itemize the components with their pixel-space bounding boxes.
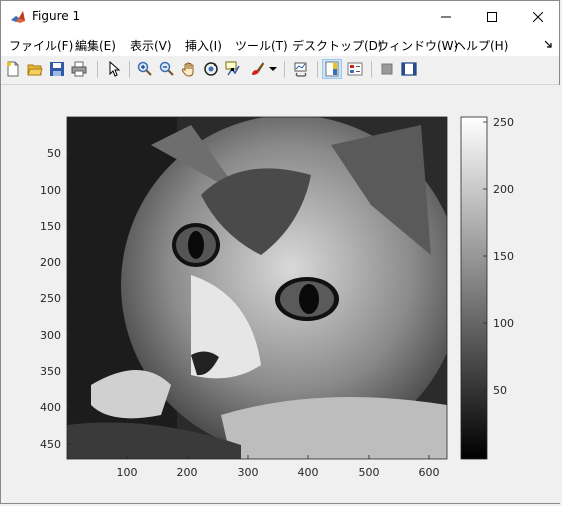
colorbar-tick-label: 200 (493, 183, 514, 196)
x-tick-label: 600 (419, 466, 440, 479)
edit-plot-button[interactable] (104, 59, 124, 79)
maximize-icon (487, 11, 497, 22)
show-plot-tools-button[interactable] (399, 59, 419, 79)
menu-file[interactable]: ファイル(F) (9, 37, 73, 54)
toolbar-separator (371, 61, 372, 78)
insert-colorbar-button[interactable] (322, 59, 342, 79)
pointer-icon (109, 61, 121, 77)
menu-bar: ファイル(F) 編集(E) 表示(V) 挿入(I) ツール(T) デスクトップ(… (1, 32, 559, 56)
y-tick-label: 100 (40, 184, 61, 197)
colorbar[interactable] (460, 116, 488, 460)
save-button[interactable] (47, 59, 67, 79)
x-tick-label: 500 (359, 466, 380, 479)
menu-edit[interactable]: 編集(E) (75, 37, 116, 54)
rotate-3d-icon (204, 62, 218, 76)
y-tick-label: 300 (40, 329, 61, 342)
colorbar-icon (325, 61, 339, 77)
toolbar-separator (284, 61, 285, 78)
figure-canvas[interactable]: 50 100 150 200 250 300 350 400 450 100 2… (1, 85, 561, 503)
colorbar-tick-label: 50 (493, 384, 507, 397)
x-tick-label: 300 (238, 466, 259, 479)
x-tick-label: 100 (117, 466, 138, 479)
new-figure-icon (7, 61, 19, 77)
figure-window: Figure 1 ファイル(F) 編集(E) 表示(V) 挿入(I) ツール(T… (0, 0, 561, 504)
open-file-button[interactable] (25, 59, 45, 79)
brush-button[interactable] (247, 59, 267, 79)
title-bar[interactable]: Figure 1 (1, 1, 559, 32)
print-button[interactable] (69, 59, 89, 79)
zoom-in-button[interactable] (135, 59, 155, 79)
colorbar-tick-label: 100 (493, 317, 514, 330)
link-plot-button[interactable] (291, 59, 311, 79)
new-figure-button[interactable] (3, 59, 23, 79)
y-tick-label: 50 (47, 147, 61, 160)
y-tick-label: 200 (40, 256, 61, 269)
zoom-in-icon (137, 61, 152, 76)
matlab-logo-icon (10, 9, 26, 25)
close-icon (533, 11, 543, 22)
menu-tools[interactable]: ツール(T) (235, 37, 288, 54)
brush-dropdown[interactable] (267, 59, 279, 79)
pan-hand-icon (181, 62, 194, 77)
y-tick-label: 150 (40, 220, 61, 233)
window-title: Figure 1 (32, 9, 81, 23)
x-tick-label: 400 (298, 466, 319, 479)
show-plot-tools-icon (401, 62, 417, 76)
chevron-down-icon (269, 67, 277, 71)
menu-view[interactable]: 表示(V) (130, 37, 172, 54)
y-tick-label: 250 (40, 292, 61, 305)
minimize-icon (441, 16, 451, 17)
x-tick-label: 200 (177, 466, 198, 479)
maximize-button[interactable] (469, 1, 515, 32)
colorbar-tick-label: 250 (493, 116, 514, 129)
close-button[interactable] (515, 1, 561, 32)
cat-image (67, 117, 447, 459)
y-tick-label: 400 (40, 401, 61, 414)
hide-plot-tools-button[interactable] (377, 59, 397, 79)
legend-icon (347, 62, 363, 76)
minimize-button[interactable] (423, 1, 469, 32)
image-plot: 50 100 150 200 250 300 350 400 450 100 2… (40, 116, 514, 479)
menu-help[interactable]: ヘルプ(H) (454, 37, 508, 54)
menu-insert[interactable]: 挿入(I) (185, 37, 222, 54)
toolbar-separator (129, 61, 130, 78)
y-tick-label: 350 (40, 365, 61, 378)
link-plot-icon (294, 62, 307, 77)
zoom-out-icon (159, 61, 174, 76)
print-icon (71, 61, 87, 77)
data-cursor-icon (225, 61, 240, 76)
insert-legend-button[interactable] (345, 59, 365, 79)
menu-window[interactable]: ウィンドウ(W) (377, 37, 458, 54)
pan-button[interactable] (179, 59, 199, 79)
toolbar-separator (317, 61, 318, 78)
open-file-icon (27, 64, 43, 76)
menu-desktop[interactable]: デスクトップ(D) (292, 37, 383, 54)
save-icon (50, 62, 64, 76)
dock-arrow-icon[interactable] (545, 40, 553, 48)
colorbar-tick-label: 150 (493, 250, 514, 263)
hide-plot-tools-icon (381, 63, 393, 75)
brush-icon (252, 62, 264, 75)
toolbar-separator (97, 61, 98, 78)
zoom-out-button[interactable] (157, 59, 177, 79)
figure-toolbar (1, 56, 559, 85)
y-tick-label: 450 (40, 438, 61, 451)
data-cursor-button[interactable] (223, 59, 243, 79)
rotate-3d-button[interactable] (201, 59, 221, 79)
